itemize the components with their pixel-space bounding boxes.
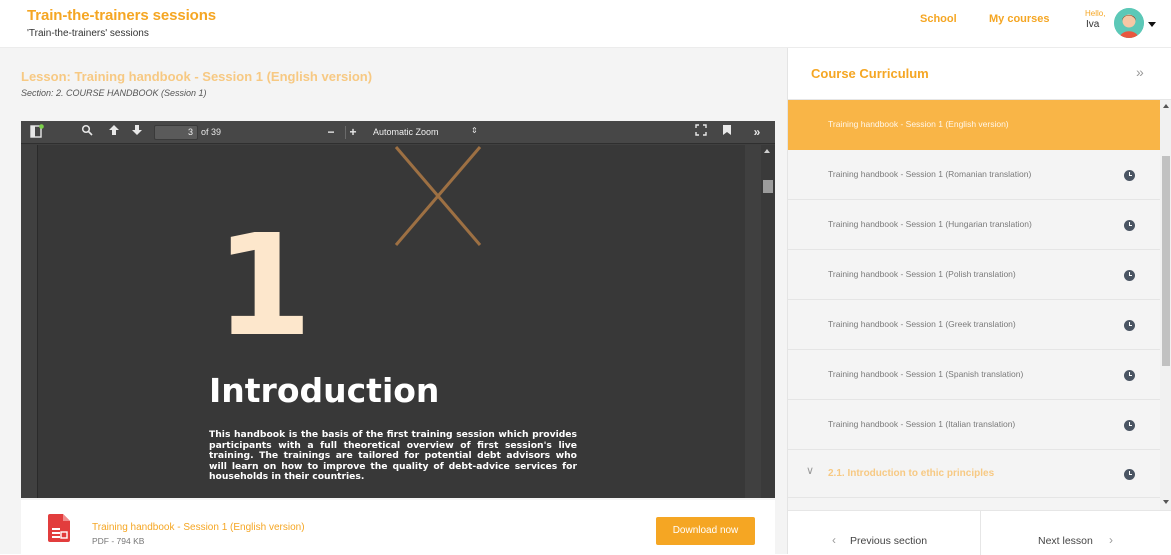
- next-lesson-button[interactable]: Next lesson ›: [981, 511, 1171, 555]
- sidebar-title: Course Curriculum: [811, 66, 929, 81]
- curriculum-item-label: Training handbook - Session 1 (Italian t…: [828, 419, 1016, 429]
- page-number-input[interactable]: 3: [154, 125, 198, 140]
- curriculum-item-label: Training handbook - Session 1 (Hungarian…: [828, 219, 1032, 229]
- user-avatar-icon: [1114, 8, 1144, 38]
- nav-my-courses-link[interactable]: My courses: [989, 13, 1050, 25]
- previous-section-button[interactable]: ‹ Previous section: [788, 511, 981, 555]
- download-button[interactable]: Download now: [656, 517, 755, 545]
- file-meta: PDF - 794 KB: [92, 536, 145, 546]
- download-bar: Training handbook - Session 1 (English v…: [21, 500, 775, 554]
- user-name: Iva: [1086, 19, 1100, 30]
- next-page-icon[interactable]: [130, 124, 144, 140]
- clock-icon: [1124, 420, 1135, 431]
- curriculum-item-greek[interactable]: Training handbook - Session 1 (Greek tra…: [788, 300, 1160, 350]
- pdf-scrollbar-thumb[interactable]: [763, 180, 773, 193]
- toolbar-divider: [345, 126, 346, 139]
- presentation-mode-icon[interactable]: [694, 124, 708, 140]
- course-subtitle: 'Train-the-trainers' sessions: [27, 28, 149, 39]
- curriculum-item-spanish[interactable]: Training handbook - Session 1 (Spanish t…: [788, 350, 1160, 400]
- next-lesson-label: Next lesson: [1038, 535, 1093, 547]
- pdf-page: 1 Introduction This handbook is the basi…: [37, 145, 745, 498]
- curriculum-item-label: Training handbook - Session 1 (Polish tr…: [828, 269, 1016, 279]
- sidebar-footer: ‹ Previous section Next lesson ›: [788, 510, 1171, 555]
- bookmark-icon[interactable]: [721, 124, 733, 140]
- pdf-scrollbar[interactable]: [761, 145, 775, 498]
- clock-icon: [1124, 469, 1135, 480]
- clock-icon: [1124, 320, 1135, 331]
- lesson-title: Lesson: Training handbook - Session 1 (E…: [21, 69, 373, 84]
- decorative-cross-graphic: [394, 146, 482, 246]
- page-count: of 39: [201, 127, 222, 137]
- curriculum-item-english[interactable]: Training handbook - Session 1 (English v…: [788, 100, 1160, 150]
- curriculum-section-ethic-principles[interactable]: ∨ 2.1. Introduction to ethic principles: [788, 450, 1160, 498]
- double-chevron-right-icon[interactable]: »: [1136, 64, 1144, 80]
- scroll-up-icon[interactable]: [1163, 104, 1169, 108]
- scroll-down-icon[interactable]: [1163, 500, 1169, 504]
- course-curriculum-sidebar: Course Curriculum » Training handbook - …: [787, 48, 1171, 555]
- zoom-out-icon[interactable]: −: [325, 124, 337, 140]
- sidebar-scrollbar-thumb[interactable]: [1162, 156, 1170, 366]
- zoom-select[interactable]: Automatic Zoom: [367, 125, 479, 140]
- zoom-select-caret-icon[interactable]: ⇕: [471, 126, 478, 135]
- sidebar-header: Course Curriculum »: [788, 48, 1171, 100]
- curriculum-item-label: Training handbook - Session 1 (Romanian …: [828, 169, 1032, 179]
- previous-page-icon[interactable]: [107, 124, 121, 140]
- curriculum-list: Training handbook - Session 1 (English v…: [788, 100, 1160, 510]
- clock-icon: [1124, 170, 1135, 181]
- pdf-file-icon: [48, 514, 70, 542]
- clock-icon: [1124, 370, 1135, 381]
- curriculum-item-partial: [788, 498, 1160, 510]
- section-label: 2.1. Introduction to ethic principles: [828, 468, 995, 479]
- curriculum-item-romanian[interactable]: Training handbook - Session 1 (Romanian …: [788, 150, 1160, 200]
- chapter-number: 1: [215, 205, 312, 368]
- zoom-in-icon[interactable]: +: [347, 124, 359, 140]
- chevron-right-icon: ›: [1109, 533, 1113, 547]
- curriculum-item-polish[interactable]: Training handbook - Session 1 (Polish tr…: [788, 250, 1160, 300]
- curriculum-item-hungarian[interactable]: Training handbook - Session 1 (Hungarian…: [788, 200, 1160, 250]
- scroll-up-icon[interactable]: [764, 149, 770, 153]
- curriculum-item-label: Training handbook - Session 1 (Greek tra…: [828, 319, 1016, 329]
- clock-icon: [1124, 270, 1135, 281]
- nav-school-link[interactable]: School: [920, 13, 957, 25]
- sidebar-scrollbar[interactable]: [1160, 100, 1171, 510]
- curriculum-item-label: Training handbook - Session 1 (English v…: [828, 119, 1009, 129]
- lesson-section: Section: 2. COURSE HANDBOOK (Session 1): [21, 88, 207, 98]
- pdf-viewer: 3 of 39 − + Automatic Zoom ⇕ » 1 Introdu…: [21, 121, 775, 498]
- avatar[interactable]: [1114, 8, 1144, 38]
- user-menu-caret-icon[interactable]: [1148, 22, 1156, 27]
- top-header: Train-the-trainers sessions 'Train-the-t…: [0, 0, 1171, 48]
- user-greeting: Hello,: [1085, 9, 1106, 18]
- pdf-toolbar: 3 of 39 − + Automatic Zoom ⇕ »: [21, 121, 775, 144]
- lesson-content: Lesson: Training handbook - Session 1 (E…: [0, 48, 787, 554]
- curriculum-item-italian[interactable]: Training handbook - Session 1 (Italian t…: [788, 400, 1160, 450]
- previous-section-label: Previous section: [850, 535, 928, 547]
- curriculum-item-label: Training handbook - Session 1 (Spanish t…: [828, 369, 1024, 379]
- file-name-link[interactable]: Training handbook - Session 1 (English v…: [92, 522, 305, 533]
- pdf-page-area[interactable]: 1 Introduction This handbook is the basi…: [21, 145, 761, 498]
- clock-icon: [1124, 220, 1135, 231]
- chapter-heading: Introduction: [209, 371, 440, 410]
- chevron-left-icon: ‹: [832, 533, 836, 547]
- chapter-body-text: This handbook is the basis of the first …: [209, 429, 577, 483]
- course-title[interactable]: Train-the-trainers sessions: [27, 7, 216, 24]
- chevron-down-icon: ∨: [806, 465, 815, 477]
- search-icon[interactable]: [80, 124, 94, 140]
- tools-menu-icon[interactable]: »: [749, 124, 765, 140]
- sidebar-toggle-icon[interactable]: [29, 124, 45, 140]
